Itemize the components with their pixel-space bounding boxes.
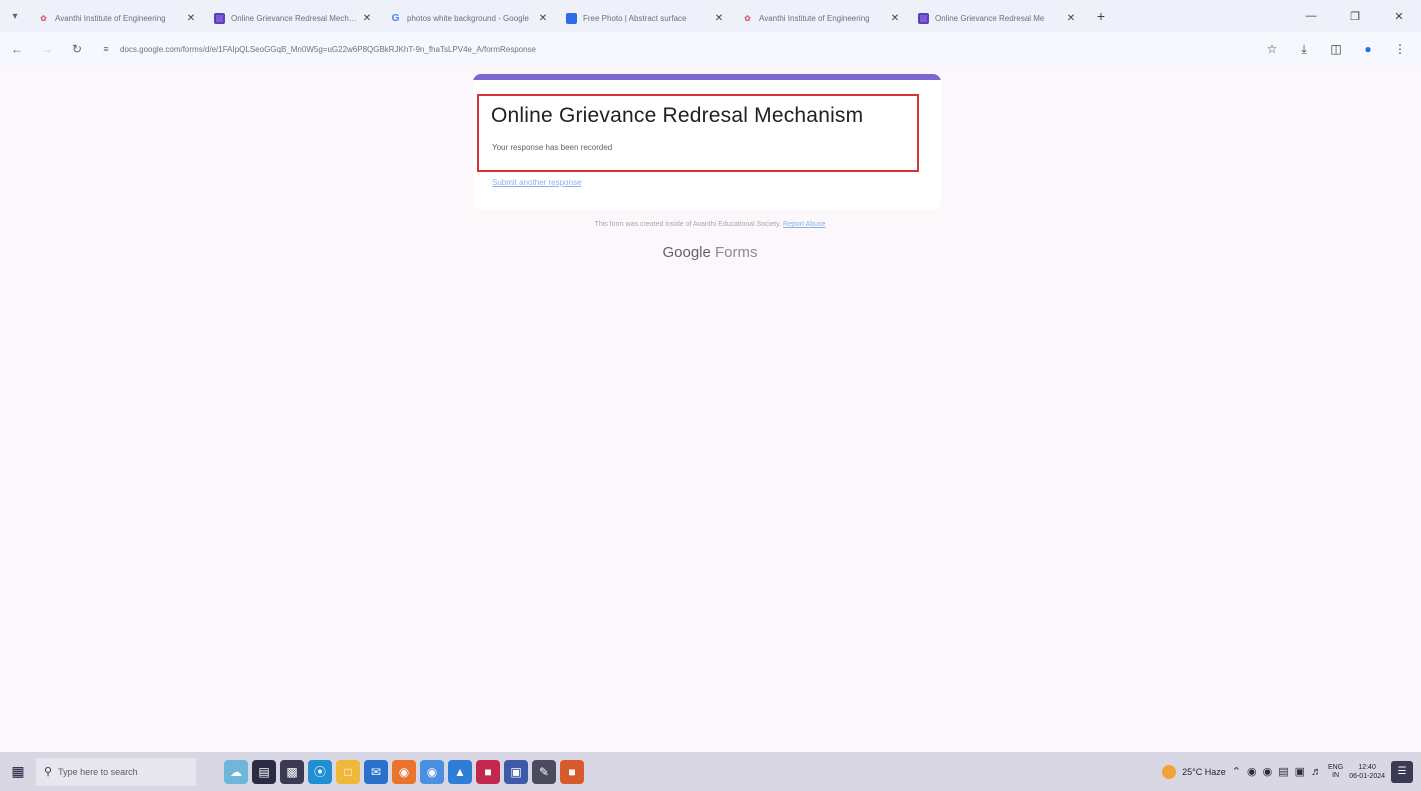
form-title: Online Grievance Redresal Mechanism: [491, 104, 864, 127]
file-explorer-icon[interactable]: □: [336, 759, 360, 784]
firefox-icon[interactable]: ◉: [392, 759, 416, 784]
close-icon[interactable]: ✕: [1064, 13, 1078, 24]
clock-time: 12:40: [1358, 763, 1376, 771]
report-abuse-link[interactable]: Report Abuse: [783, 221, 825, 228]
store-app-icon[interactable]: ▲: [448, 759, 472, 784]
calendar-app-icon[interactable]: ▩: [280, 759, 304, 784]
lang-top: ENG: [1328, 763, 1344, 771]
system-tray: 25°C Haze ⌃ ◉ ◉ ▤ ▣ ♬ ENG IN 12:40 06-01…: [1162, 752, 1413, 791]
search-icon: ⚲: [44, 766, 53, 778]
restore-icon[interactable]: ❐: [1333, 0, 1377, 32]
task-view-icon[interactable]: ▤: [252, 759, 276, 784]
widgets-icon[interactable]: ☁: [224, 759, 248, 784]
language-indicator[interactable]: ENG IN: [1328, 764, 1343, 780]
weather-text[interactable]: 25°C Haze: [1182, 767, 1226, 777]
freepik-icon: [566, 12, 577, 24]
profile-icon[interactable]: ●: [1357, 38, 1379, 60]
tab-search-icon[interactable]: ▾: [0, 0, 30, 32]
toolbar-actions: ☆ ⤓ ◫ ● ⋮: [1261, 32, 1411, 66]
address-bar[interactable]: ≡ docs.google.com/forms/d/e/1FAIpQLSeoGG…: [98, 37, 1258, 61]
form-accent-bar: [473, 74, 941, 80]
form-footer-note: This form was created inside of Avanthi …: [520, 221, 900, 228]
close-icon[interactable]: ✕: [184, 13, 198, 24]
lang-bottom: IN: [1332, 771, 1340, 779]
tab-title: Online Grievance Redresal Me: [935, 13, 1045, 23]
edge-browser-icon[interactable]: ⦿: [308, 759, 332, 784]
clock-date: 06-01-2024: [1349, 772, 1385, 780]
antivirus-icon[interactable]: ◉: [1263, 765, 1273, 778]
window-controls: — ❐ ✕: [1289, 0, 1421, 32]
network-icon[interactable]: ▤: [1278, 765, 1288, 778]
avanthi-logo-icon: ✿: [744, 13, 751, 23]
submit-another-link[interactable]: Submit another response: [492, 178, 581, 187]
tab-grievance-1[interactable]: Online Grievance Redresal Mechanism ✕: [206, 5, 382, 31]
browser-tab-strip: ▾ ✿ Avanthi Institute of Engineering ✕ O…: [0, 0, 1421, 32]
paint-app-icon[interactable]: ✎: [532, 759, 556, 784]
google-brand-text: Google: [662, 244, 711, 261]
site-settings-icon[interactable]: ≡: [98, 44, 114, 54]
windows-taskbar: ▦ ⚲ Type here to search ☁ ▤ ▩ ⦿ □ ✉ ◉ ◉ …: [0, 752, 1421, 791]
browser-toolbar: ← → ↻ ≡ docs.google.com/forms/d/e/1FAIpQ…: [0, 32, 1421, 66]
forms-brand-text: Forms: [715, 244, 758, 261]
notification-icon[interactable]: ☰: [1391, 760, 1413, 783]
response-recorded-message: Your response has been recorded: [492, 143, 613, 152]
tab-title: Online Grievance Redresal Mechanism: [231, 13, 360, 23]
chevron-up-icon[interactable]: ⌃: [1232, 765, 1241, 778]
google-forms-icon: [918, 12, 929, 24]
mail-app-icon[interactable]: ✉: [364, 759, 388, 784]
tab-freepik[interactable]: Free Photo | Abstract surface ✕: [558, 5, 734, 31]
record-icon[interactable]: ◉: [1247, 765, 1257, 778]
google-forms-icon: [214, 12, 225, 24]
tab-avanthi-2[interactable]: ✿ Avanthi Institute of Engineering ✕: [734, 5, 910, 31]
new-tab-button[interactable]: +: [1088, 8, 1114, 24]
tab-title: photos white background - Google: [407, 13, 529, 23]
search-placeholder: Type here to search: [58, 766, 138, 777]
close-icon[interactable]: ✕: [712, 13, 726, 24]
close-icon[interactable]: ✕: [536, 13, 550, 24]
app-red-icon[interactable]: ■: [476, 759, 500, 784]
reload-icon[interactable]: ↻: [64, 36, 90, 62]
tab-title: Avanthi Institute of Engineering: [55, 13, 166, 23]
powerpoint-icon[interactable]: ■: [560, 759, 584, 784]
tab-avanthi-1[interactable]: ✿ Avanthi Institute of Engineering ✕: [30, 5, 206, 31]
taskbar-search-input[interactable]: ⚲ Type here to search: [36, 757, 196, 786]
close-icon[interactable]: ✕: [360, 13, 374, 24]
download-icon[interactable]: ⤓: [1293, 38, 1315, 60]
back-arrow-icon[interactable]: ←: [4, 36, 30, 62]
google-icon: G: [391, 12, 400, 24]
clock[interactable]: 12:40 06-01-2024: [1349, 763, 1385, 781]
menu-kebab-icon[interactable]: ⋮: [1389, 38, 1411, 60]
forward-arrow-icon[interactable]: →: [34, 36, 60, 62]
tab-title: Free Photo | Abstract surface: [583, 13, 687, 23]
bookmark-star-icon[interactable]: ☆: [1261, 38, 1283, 60]
footer-note-text: This form was created inside of Avanthi …: [594, 221, 782, 228]
window-close-icon[interactable]: ✕: [1377, 0, 1421, 32]
chrome-icon[interactable]: ◉: [420, 759, 444, 784]
photos-app-icon[interactable]: ▣: [504, 759, 528, 784]
windows-start-icon[interactable]: ▦: [0, 752, 36, 791]
taskbar-apps: ☁ ▤ ▩ ⦿ □ ✉ ◉ ◉ ▲ ■ ▣ ✎ ■: [224, 759, 584, 784]
close-icon[interactable]: ✕: [888, 13, 902, 24]
weather-sun-icon[interactable]: [1162, 764, 1177, 779]
tab-google-search[interactable]: G photos white background - Google ✕: [382, 5, 558, 31]
avanthi-logo-icon: ✿: [40, 13, 47, 23]
google-forms-logo[interactable]: Google Forms: [620, 244, 800, 261]
volume-icon[interactable]: ♬: [1311, 766, 1322, 778]
page-content: Online Grievance Redresal Mechanism Your…: [0, 66, 1421, 752]
tab-title: Avanthi Institute of Engineering: [759, 13, 870, 23]
tab-grievance-active[interactable]: Online Grievance Redresal Me ✕: [910, 5, 1086, 31]
url-text: docs.google.com/forms/d/e/1FAIpQLSeoGGqB…: [120, 44, 536, 54]
side-panel-icon[interactable]: ◫: [1325, 38, 1347, 60]
minimize-icon[interactable]: —: [1289, 0, 1333, 32]
display-icon[interactable]: ▣: [1295, 765, 1305, 778]
